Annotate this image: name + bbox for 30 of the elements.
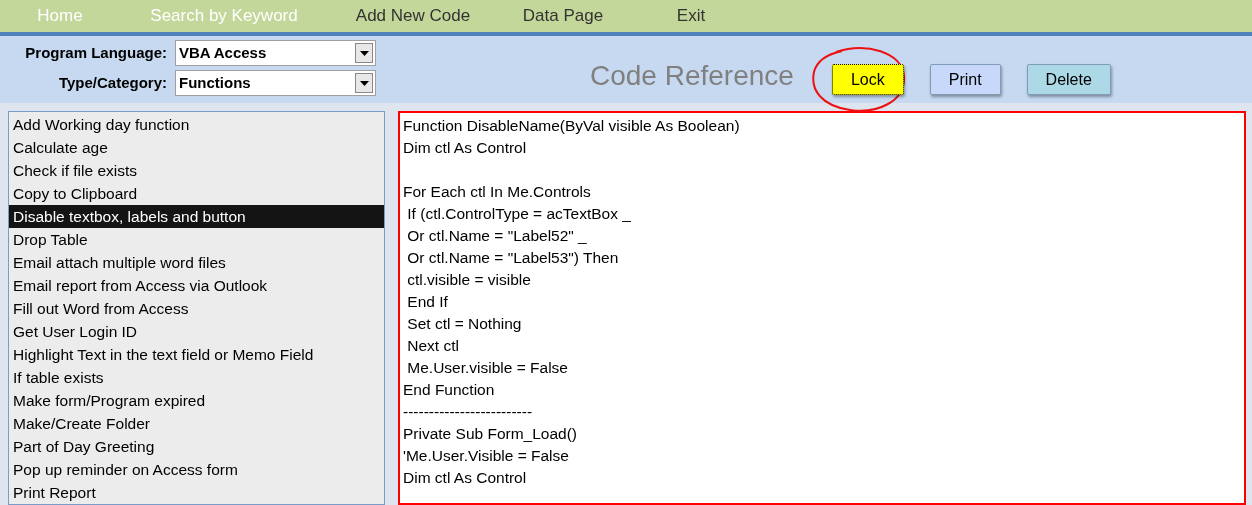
list-item[interactable]: Pop up reminder on Access form [9, 458, 384, 481]
list-item[interactable]: Part of Day Greeting [9, 435, 384, 458]
list-item[interactable]: Check if file exists [9, 159, 384, 182]
field-label: Type/Category: [57, 72, 168, 93]
list-item[interactable]: Get User Login ID [9, 320, 384, 343]
code-editor[interactable] [398, 111, 1246, 505]
action-button[interactable]: Lock [831, 64, 904, 95]
action-button[interactable]: Print [929, 64, 1001, 95]
list-item[interactable]: If table exists [9, 366, 384, 389]
nav-link[interactable]: Add New Code [355, 3, 471, 29]
nav-link[interactable]: Exit [676, 3, 706, 29]
list-item[interactable]: Fill out Word from Access [9, 297, 384, 320]
list-item[interactable]: Highlight Text in the text field or Memo Field [9, 343, 384, 366]
dropdown[interactable]: VBA Access [175, 40, 376, 66]
list-item[interactable]: Add Working day function [9, 113, 384, 136]
nav-link[interactable]: Data Page [522, 3, 604, 29]
list-item[interactable]: Drop Table [9, 228, 384, 251]
field-label: Program Language: [24, 42, 168, 63]
list-item[interactable]: Email report from Access via Outlook [9, 274, 384, 297]
page-title: Code Reference [590, 59, 794, 93]
list-item[interactable]: Make/Create Folder [9, 412, 384, 435]
code-text: Function DisableName(ByVal visible As Boolean) Dim ctl As Control For Each ctl In Me.Controls If (ctl.ControlType = acTextBox _ Or ctl.Name = "Label52" _ Or ctl.Name = "Label53") Then ctl.visible = visible End If Set ctl = Nothing Next ctl Me.User.visible = False End Function ------------------------- Private Sub Form_Load() 'Me.User.Visible = False Dim ctl As Control [403, 116, 741, 488]
list-item[interactable]: Print Report [9, 481, 384, 504]
list-item[interactable]: Make form/Program expired [9, 389, 384, 412]
list-item[interactable]: Email attach multiple word files [9, 251, 384, 274]
dropdown[interactable]: Functions [175, 70, 376, 96]
list-item[interactable]: Calculate age [9, 136, 384, 159]
list-item[interactable]: Disable textbox, labels and button [9, 205, 384, 228]
action-button[interactable]: Delete [1026, 64, 1111, 95]
list-item[interactable]: Copy to Clipboard [9, 182, 384, 205]
